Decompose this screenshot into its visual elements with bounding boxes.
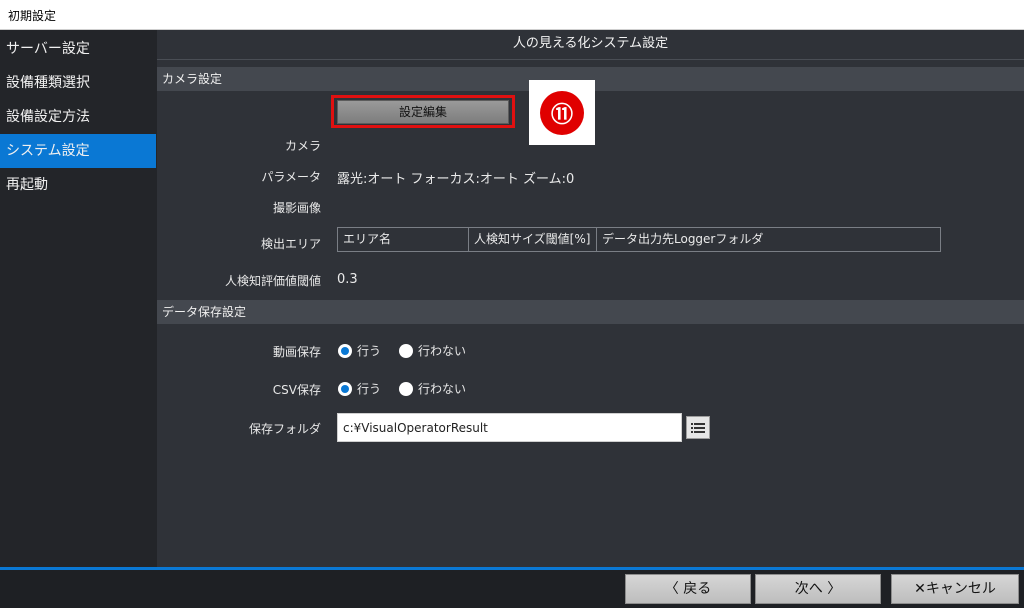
csv-save-label: CSV保存 <box>272 383 321 397</box>
sidebar-item-server-settings[interactable]: サーバー設定 <box>0 32 156 66</box>
next-button[interactable]: 次へ 〉 <box>755 574 881 604</box>
csv-save-no-radio[interactable] <box>399 381 414 396</box>
csv-save-options: 行う 行わない <box>338 380 484 397</box>
detection-threshold-label: 人検知評価値閾値 <box>224 274 321 288</box>
video-save-yes-label: 行う <box>357 344 382 358</box>
data-section-header: データ保存設定 <box>157 300 1024 324</box>
video-save-no-label: 行わない <box>418 344 467 358</box>
back-button[interactable]: 〈 戻る <box>625 574 751 604</box>
detection-area-table: エリア名 人検知サイズ閾値[%] データ出力先Loggerフォルダ <box>337 227 941 252</box>
video-save-options: 行う 行わない <box>338 342 484 359</box>
sidebar-item-system-settings[interactable]: システム設定 <box>0 134 156 168</box>
sidebar-item-equipment-method[interactable]: 設備設定方法 <box>0 100 156 134</box>
page-title: 人の見える化システム設定 <box>157 30 1024 60</box>
video-save-yes-radio[interactable] <box>338 343 352 358</box>
browse-folder-button[interactable] <box>686 416 710 439</box>
callout-number: ⑪ <box>540 90 584 135</box>
window-titlebar: 初期設定 <box>0 0 1024 30</box>
sidebar: サーバー設定 設備種類選択 設備設定方法 システム設定 再起動 <box>0 30 157 567</box>
detection-threshold-value: 0.3 <box>337 272 358 287</box>
video-save-label: 動画保存 <box>272 345 321 359</box>
camera-label: カメラ <box>284 139 321 153</box>
save-folder-input[interactable]: c:¥VisualOperatorResult <box>337 413 682 442</box>
list-icon <box>691 422 705 433</box>
table-header-logger-folder: データ出力先Loggerフォルダ <box>602 232 764 246</box>
cancel-button[interactable]: ✕キャンセル <box>891 574 1019 604</box>
parameter-label: パラメータ <box>261 170 321 184</box>
save-folder-label: 保存フォルダ <box>248 422 321 436</box>
main-content: 人の見える化システム設定 カメラ設定 設定編集 ⑪ カメラ パラメータ 露光:オ… <box>157 30 1024 567</box>
table-header-size-threshold: 人検知サイズ閾値[%] <box>469 228 597 251</box>
sidebar-item-equipment-type[interactable]: 設備種類選択 <box>0 66 156 100</box>
window-title: 初期設定 <box>8 9 57 23</box>
detection-area-label: 検出エリア <box>260 237 321 251</box>
csv-save-yes-radio[interactable] <box>338 381 352 396</box>
callout-badge: ⑪ <box>529 80 595 145</box>
csv-save-no-label: 行わない <box>418 382 467 396</box>
footer-bar: 〈 戻る 次へ 〉 ✕キャンセル <box>0 570 1024 608</box>
table-header-area-name: エリア名 <box>338 228 469 251</box>
captured-image-label: 撮影画像 <box>272 201 321 215</box>
edit-settings-button[interactable]: 設定編集 <box>337 100 509 124</box>
sidebar-item-restart[interactable]: 再起動 <box>0 168 156 202</box>
csv-save-yes-label: 行う <box>357 382 382 396</box>
parameter-value: 露光:オート フォーカス:オート ズーム:0 <box>337 172 575 187</box>
video-save-no-radio[interactable] <box>399 343 414 358</box>
